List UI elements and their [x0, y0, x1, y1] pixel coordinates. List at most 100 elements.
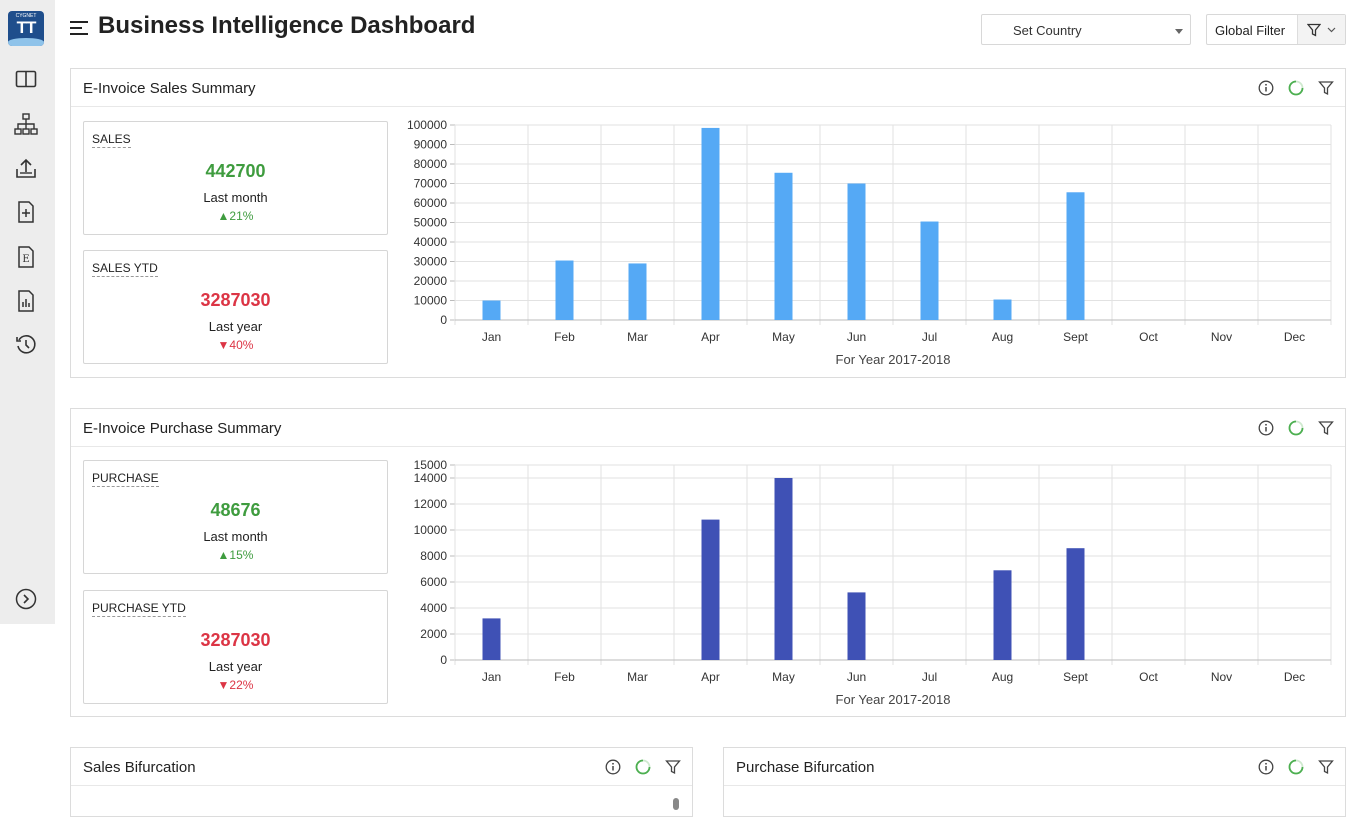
x-tick-label: Dec: [1284, 330, 1305, 344]
global-filter-button[interactable]: [1297, 15, 1345, 44]
filter-icon[interactable]: [1317, 758, 1335, 776]
page-title: Business Intelligence Dashboard: [98, 12, 476, 39]
y-tick-label: 10000: [414, 294, 448, 308]
down-triangle-icon: ▼: [217, 338, 230, 352]
up-triangle-icon: ▲: [217, 548, 230, 562]
expand-icon[interactable]: [14, 587, 38, 611]
y-tick-label: 14000: [414, 471, 448, 485]
x-tick-label: Dec: [1284, 670, 1305, 684]
info-icon[interactable]: [1257, 758, 1275, 776]
panel-title: Purchase Bifurcation: [736, 759, 875, 776]
up-triangle-icon: ▲: [217, 209, 230, 223]
app-logo[interactable]: CYGNET TT: [8, 11, 44, 46]
x-tick-label: Jul: [922, 330, 937, 344]
purchase-ytd-card: PURCHASE YTD 3287030 Last year ▼22%: [83, 590, 388, 704]
bar[interactable]: [920, 221, 939, 320]
info-icon[interactable]: [1257, 419, 1275, 437]
stat-label: SALES YTD: [92, 261, 158, 277]
filter-icon[interactable]: [1317, 419, 1335, 437]
upload-icon[interactable]: [14, 156, 38, 180]
country-select[interactable]: Set Country: [981, 14, 1191, 45]
stat-label: SALES: [92, 132, 131, 148]
scrollbar-thumb[interactable]: [673, 798, 679, 810]
filter-icon[interactable]: [1317, 79, 1335, 97]
x-tick-label: Jun: [847, 330, 866, 344]
y-tick-label: 40000: [414, 235, 448, 249]
x-tick-label: May: [772, 670, 795, 684]
bar[interactable]: [701, 127, 720, 320]
info-icon[interactable]: [604, 758, 622, 776]
x-tick-label: Apr: [701, 330, 720, 344]
x-tick-label: Feb: [554, 670, 575, 684]
panel-header: E-Invoice Purchase Summary: [71, 409, 1345, 447]
x-tick-label: Aug: [992, 670, 1013, 684]
sales-ytd-card: SALES YTD 3287030 Last year ▼40%: [83, 250, 388, 364]
bar[interactable]: [1066, 192, 1085, 320]
history-icon[interactable]: [14, 333, 38, 357]
y-tick-label: 12000: [414, 497, 448, 511]
x-tick-label: Sept: [1063, 330, 1088, 344]
info-icon[interactable]: [1257, 79, 1275, 97]
bar[interactable]: [701, 519, 720, 660]
panel-header: Purchase Bifurcation: [724, 748, 1345, 786]
loading-icon: [1287, 419, 1305, 437]
bar[interactable]: [993, 570, 1012, 660]
sales-summary-panel: E-Invoice Sales Summary SALES 442700 Las…: [70, 68, 1346, 378]
sales-bifurcation-panel: Sales Bifurcation: [70, 747, 693, 817]
purchase-bifurcation-panel: Purchase Bifurcation: [723, 747, 1346, 817]
stat-change: ▲15%: [217, 548, 254, 562]
bar[interactable]: [993, 299, 1012, 320]
e-document-icon[interactable]: E: [14, 245, 38, 269]
bar[interactable]: [774, 172, 793, 320]
bar[interactable]: [1066, 548, 1085, 660]
stat-period: Last month: [203, 529, 268, 544]
panel-title: E-Invoice Sales Summary: [83, 80, 256, 97]
stat-period: Last month: [203, 190, 268, 205]
bar[interactable]: [847, 592, 866, 660]
sales-card: SALES 442700 Last month ▲21%: [83, 121, 388, 235]
stat-label: PURCHASE: [92, 471, 159, 487]
add-document-icon[interactable]: [14, 200, 38, 224]
bar[interactable]: [847, 183, 866, 321]
filter-icon: [1307, 23, 1321, 37]
y-tick-label: 8000: [420, 549, 447, 563]
stat-period: Last year: [208, 319, 263, 334]
y-tick-label: 0: [440, 653, 447, 667]
stat-period: Last year: [208, 659, 263, 674]
logo-main-text: TT: [16, 18, 37, 37]
y-tick-label: 15000: [414, 458, 448, 472]
y-tick-label: 30000: [414, 255, 448, 269]
bar[interactable]: [628, 263, 647, 320]
bar[interactable]: [774, 478, 793, 660]
y-tick-label: 80000: [414, 157, 448, 171]
y-tick-label: 20000: [414, 274, 448, 288]
y-tick-label: 0: [440, 313, 447, 327]
stat-value: 3287030: [200, 630, 271, 650]
loading-icon: [1287, 758, 1305, 776]
x-axis-label: For Year 2017-2018: [836, 352, 951, 367]
x-tick-label: Jul: [922, 670, 937, 684]
x-tick-label: Mar: [627, 670, 648, 684]
down-triangle-icon: ▼: [217, 678, 230, 692]
x-tick-label: May: [772, 330, 795, 344]
menu-toggle-icon[interactable]: [69, 19, 89, 37]
x-axis-label: For Year 2017-2018: [836, 692, 951, 707]
hierarchy-icon[interactable]: [14, 112, 38, 136]
x-tick-label: Feb: [554, 330, 575, 344]
x-tick-label: Apr: [701, 670, 720, 684]
bar[interactable]: [482, 300, 501, 321]
panel-icon[interactable]: [14, 67, 38, 91]
report-icon[interactable]: [14, 289, 38, 313]
bar[interactable]: [555, 260, 574, 320]
bar[interactable]: [482, 618, 501, 660]
global-filter-label: Global Filter: [1215, 23, 1286, 38]
panel-header: Sales Bifurcation: [71, 748, 692, 786]
country-select-label: Set Country: [1013, 23, 1082, 38]
svg-text:E: E: [22, 254, 29, 265]
y-tick-label: 4000: [420, 601, 447, 615]
filter-icon[interactable]: [664, 758, 682, 776]
global-filter[interactable]: Global Filter: [1206, 14, 1346, 45]
y-tick-label: 10000: [414, 523, 448, 537]
x-tick-label: Mar: [627, 330, 648, 344]
y-tick-label: 50000: [414, 216, 448, 230]
